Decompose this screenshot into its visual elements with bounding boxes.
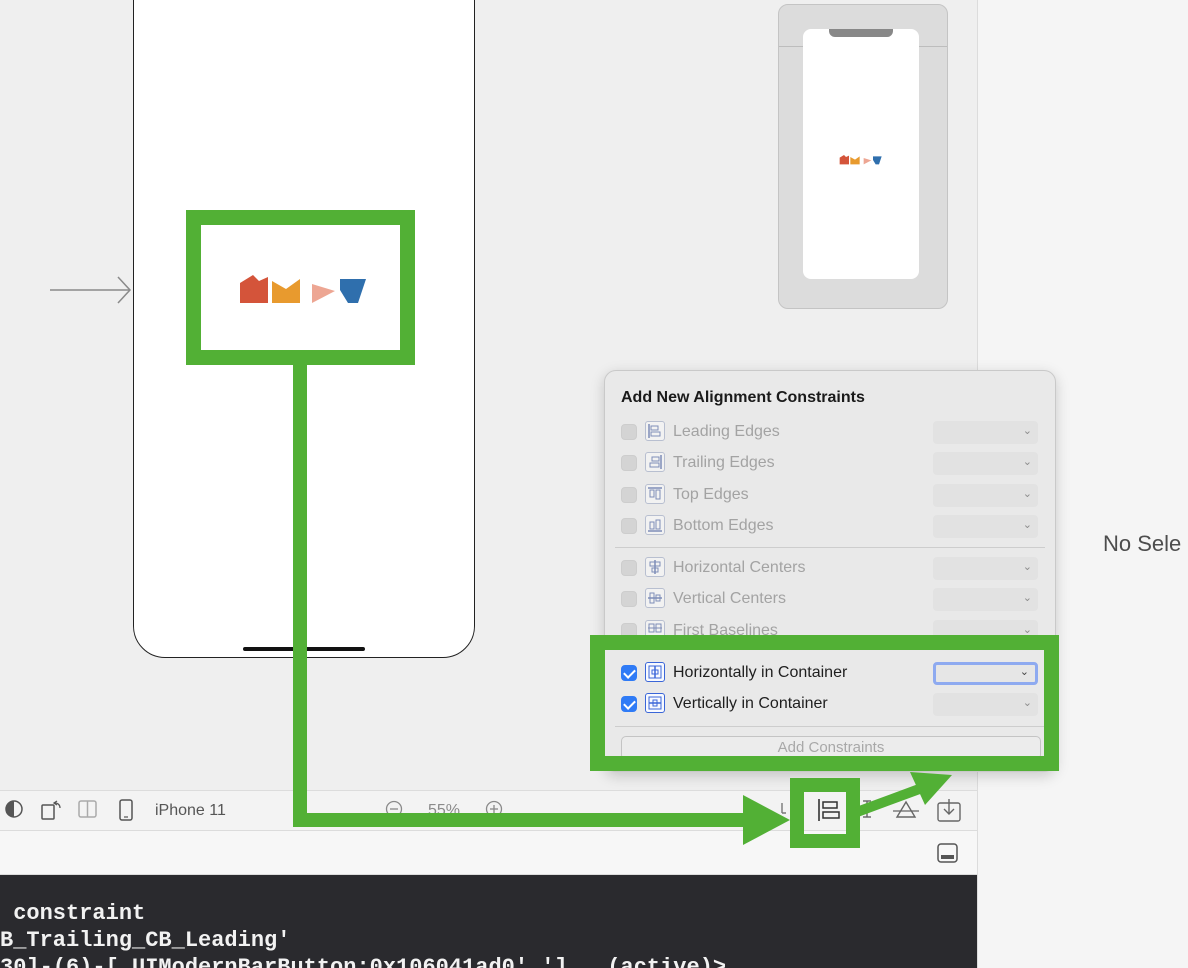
first-baselines-value-select[interactable]: ⌄: [933, 620, 1038, 636]
chevron-down-icon: ⌄: [1022, 561, 1032, 573]
horizontal-centers-icon: [645, 557, 665, 577]
debug-area-header: [0, 831, 977, 875]
trailing-edges-icon: [645, 452, 665, 472]
chevron-down-icon: ⌄: [1019, 666, 1029, 678]
constraint-row-first-baselines: First Baselines ⌄: [621, 620, 1045, 636]
horizontally-in-container-icon: [645, 662, 665, 682]
home-indicator: [243, 647, 365, 651]
vertically-in-container-label: Vertically in Container: [673, 695, 828, 712]
constraint-row-bottom-edges: Bottom Edges ⌄: [621, 515, 1045, 539]
leading-edges-value-select[interactable]: ⌄: [933, 421, 1038, 444]
vertical-centers-checkbox[interactable]: [621, 591, 637, 607]
horizontal-centers-value-select[interactable]: ⌄: [933, 557, 1038, 580]
chevron-down-icon: ⌄: [1022, 519, 1032, 531]
console-output[interactable]: constraint B_Trailing_CB_Leading' 30]-(6…: [0, 875, 977, 968]
add-new-constraints-icon[interactable]: [858, 799, 876, 821]
scene-thumbnail[interactable]: [778, 4, 948, 309]
zoom-out-icon[interactable]: [384, 799, 404, 819]
leading-edges-label: Leading Edges: [673, 423, 780, 440]
add-constraints-button[interactable]: Add Constraints: [621, 736, 1041, 760]
embed-in-icon[interactable]: [936, 799, 962, 823]
console-line: B_Trailing_CB_Leading': [0, 928, 291, 953]
bottom-edges-checkbox[interactable]: [621, 518, 637, 534]
top-edges-icon: [645, 484, 665, 504]
top-edges-value-select[interactable]: ⌄: [933, 484, 1038, 507]
thumbnail-notch: [829, 29, 893, 37]
chevron-down-icon: ⌄: [1022, 456, 1032, 468]
hide-debug-area-icon[interactable]: [937, 842, 959, 864]
first-baselines-label: First Baselines: [673, 622, 778, 636]
trailing-edges-label: Trailing Edges: [673, 454, 775, 471]
vertically-in-container-value-select[interactable]: ⌄: [933, 693, 1038, 716]
first-baselines-checkbox[interactable]: [621, 623, 637, 636]
bottom-edges-value-select[interactable]: ⌄: [933, 515, 1038, 538]
app-logo-image[interactable]: [240, 275, 368, 305]
horizontal-centers-label: Horizontal Centers: [673, 559, 806, 576]
zoom-in-icon[interactable]: [484, 799, 504, 819]
top-edges-label: Top Edges: [673, 486, 749, 503]
canvas-toolbar: iPhone 11 55%: [0, 790, 977, 831]
constraint-row-trailing-edges: Trailing Edges ⌄: [621, 452, 1045, 476]
first-baselines-icon: [645, 620, 665, 636]
chevron-down-icon: ⌄: [1022, 697, 1032, 709]
constraint-row-top-edges: Top Edges ⌄: [621, 484, 1045, 508]
zoom-level: 55%: [428, 802, 461, 819]
console-line: constraint: [0, 901, 146, 926]
popover-divider: [615, 726, 1045, 727]
leading-edges-checkbox[interactable]: [621, 424, 637, 440]
split-view-icon[interactable]: [78, 799, 98, 819]
chevron-down-icon: ⌄: [1022, 488, 1032, 500]
console-line: 30]-(6)-[_UIModernBarButton:0x106041ad0'…: [0, 955, 727, 968]
trailing-edges-checkbox[interactable]: [621, 455, 637, 471]
horizontally-in-container-label: Horizontally in Container: [673, 664, 848, 681]
trailing-edges-value-select[interactable]: ⌄: [933, 452, 1038, 475]
bottom-edges-icon: [645, 515, 665, 535]
constraint-row-leading-edges: Leading Edges ⌄: [621, 421, 1045, 445]
chevron-down-icon: ⌄: [1022, 592, 1032, 604]
constraint-row-horizontal-centers: Horizontal Centers ⌄: [621, 557, 1045, 581]
vertical-centers-value-select[interactable]: ⌄: [933, 588, 1038, 611]
horizontally-in-container-checkbox[interactable]: [621, 665, 637, 681]
popover-divider: [615, 547, 1045, 548]
constraint-row-vertical-centers: Vertical Centers ⌄: [621, 588, 1045, 612]
constraint-row-vertically-in-container: Vertically in Container ⌄: [621, 693, 1045, 717]
horizontally-in-container-value-select[interactable]: ⌄: [933, 662, 1038, 685]
appearance-toggle-icon[interactable]: [4, 799, 24, 819]
alignment-constraints-popover: Add New Alignment Constraints Leading Ed…: [604, 370, 1056, 772]
bottom-edges-label: Bottom Edges: [673, 517, 774, 534]
leading-edges-icon: [645, 421, 665, 441]
vertical-centers-icon: [645, 588, 665, 608]
top-edges-checkbox[interactable]: [621, 487, 637, 503]
chevron-down-icon: ⌄: [1022, 624, 1032, 636]
update-frames-icon[interactable]: [778, 799, 796, 819]
view-controller-scene[interactable]: [133, 0, 475, 658]
popover-title: Add New Alignment Constraints: [621, 389, 865, 406]
device-selector[interactable]: iPhone 11: [155, 802, 226, 820]
resolve-auto-layout-issues-icon[interactable]: [893, 799, 919, 821]
no-selection-label: No Sele: [1103, 531, 1182, 556]
thumbnail-screen: [803, 29, 919, 279]
thumbnail-logo-image: [839, 155, 882, 165]
vertically-in-container-checkbox[interactable]: [621, 696, 637, 712]
vertical-centers-label: Vertical Centers: [673, 590, 786, 607]
entry-point-arrow-icon: [50, 276, 132, 304]
constraint-row-horizontally-in-container: Horizontally in Container ⌄: [621, 662, 1045, 686]
chevron-down-icon: ⌄: [1022, 425, 1032, 437]
horizontal-centers-checkbox[interactable]: [621, 560, 637, 576]
align-icon[interactable]: [817, 798, 841, 822]
vertically-in-container-icon: [645, 693, 665, 713]
orientation-icon[interactable]: [40, 799, 64, 821]
device-icon[interactable]: [118, 799, 134, 821]
